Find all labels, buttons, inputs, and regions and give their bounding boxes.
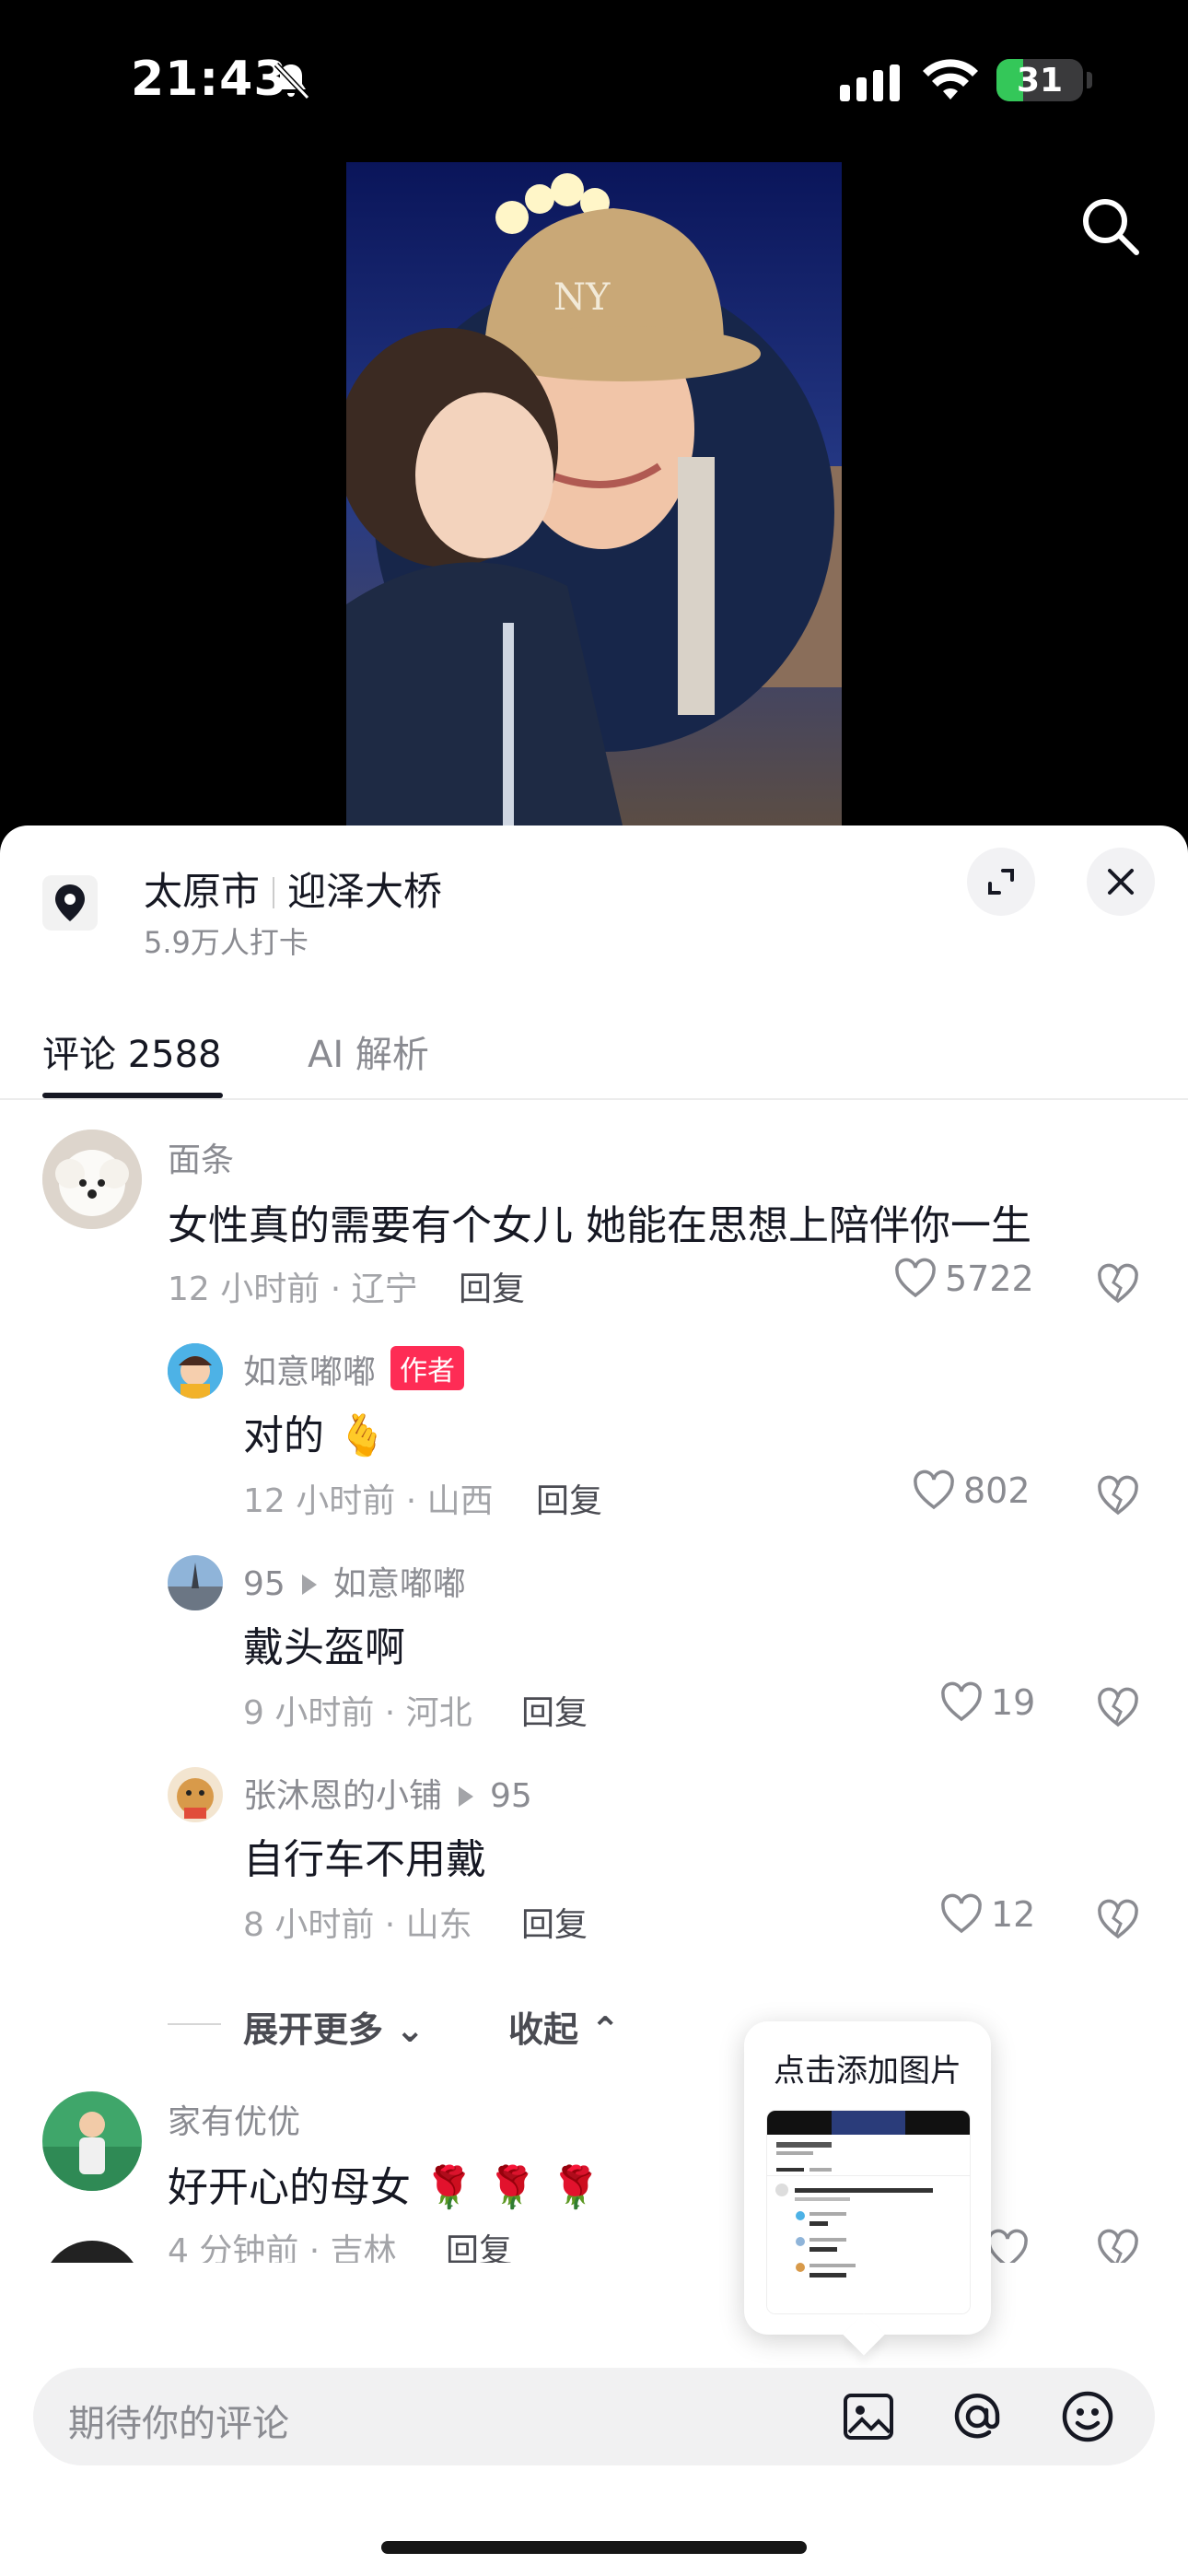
reply-to-arrow-icon	[301, 1575, 317, 1595]
reply-author-name: 如意嘟嘟	[243, 1353, 377, 1391]
search-icon[interactable]	[1077, 193, 1144, 260]
heart-icon	[941, 1893, 982, 1934]
reply-author[interactable]: 95 如意嘟嘟	[243, 1557, 466, 1605]
comment-text: 好开心的母女 🌹 🌹 🌹	[168, 2164, 601, 2211]
add-image-tooltip[interactable]: 点击添加图片	[744, 2021, 991, 2335]
comment-text: 女性真的需要有个女儿 她能在思想上陪伴你一生	[168, 1202, 1031, 1249]
status-bar: 21:43 31	[0, 0, 1188, 157]
broken-heart-icon[interactable]	[1096, 1474, 1140, 1518]
reply-author[interactable]: 如意嘟嘟 作者	[243, 1345, 465, 1393]
like-count: 12	[991, 1894, 1036, 1935]
like-count: 19	[991, 1682, 1036, 1723]
reply-text: 自行车不用戴	[243, 1836, 486, 1883]
title-separator	[273, 877, 275, 908]
like-count: 802	[963, 1470, 1031, 1511]
close-icon	[1108, 869, 1134, 895]
avatar-image	[168, 1767, 223, 1822]
location-city: 太原市	[144, 869, 261, 914]
reply-to-name: 如意嘟嘟	[332, 1565, 466, 1603]
tab-underline	[42, 1093, 223, 1098]
avatar[interactable]	[168, 1767, 223, 1822]
like-button[interactable]: 12	[939, 1892, 1035, 1937]
comment-input-bar[interactable]: 期待你的评论	[33, 2368, 1155, 2465]
reply-button[interactable]: 回复	[521, 1898, 588, 1946]
status-time: 21:43	[131, 52, 288, 107]
reply-to-name: 95	[490, 1777, 532, 1815]
svg-text:NY: NY	[553, 276, 611, 319]
avatar[interactable]	[168, 1343, 223, 1399]
reply-meta: 8 小时前 · 山东	[243, 1906, 472, 1944]
video-frame[interactable]: NY	[346, 162, 842, 825]
avatar-image	[42, 1130, 142, 1229]
tab-comments[interactable]: 评论 2588	[42, 1025, 222, 1078]
reply-to-arrow-icon	[459, 1786, 474, 1807]
comment-author[interactable]: 家有优优	[168, 2095, 300, 2143]
video-image: NY	[346, 162, 842, 825]
avatar-image	[168, 1343, 223, 1399]
location-checkins: 5.9万人打卡	[144, 925, 309, 960]
reply-button[interactable]: 回复	[536, 1474, 602, 1522]
avatar[interactable]	[42, 1130, 142, 1229]
heart-icon	[895, 1258, 936, 1298]
broken-heart-icon[interactable]	[1096, 2228, 1140, 2263]
avatar[interactable]	[42, 2241, 142, 2263]
battery-cap	[1087, 72, 1092, 88]
avatar-image	[42, 2091, 142, 2191]
thumbnail-image	[767, 2111, 970, 2313]
battery-text: 31	[1016, 62, 1064, 100]
heart-icon	[941, 1681, 982, 1722]
author-badge: 作者	[390, 1346, 465, 1390]
tab-ai-analysis[interactable]: AI 解析	[308, 1025, 429, 1078]
location-pin-icon	[42, 875, 98, 931]
tab-bar: 评论 2588 AI 解析	[0, 1006, 1188, 1100]
wifi-icon	[923, 59, 978, 100]
comment-list[interactable]: 面条 女性真的需要有个女儿 她能在思想上陪伴你一生 12 小时前 · 辽宁 回复…	[0, 1102, 1188, 2263]
broken-heart-icon[interactable]	[1096, 1898, 1140, 1942]
image-icon[interactable]	[840, 2388, 897, 2445]
comment-author[interactable]: 面条	[168, 1133, 234, 1181]
broken-heart-icon[interactable]	[1096, 1686, 1140, 1730]
emoji-icon[interactable]	[1059, 2388, 1116, 2445]
broken-heart-icon[interactable]	[1096, 1262, 1140, 1306]
collapse-button[interactable]: 收起 ⌃	[508, 2001, 620, 2052]
reply-button[interactable]: 回复	[459, 1262, 525, 1310]
screenshot-thumbnail	[766, 2110, 971, 2314]
bell-slash-icon	[274, 62, 310, 100]
expand-more-button[interactable]: 展开更多 ⌄	[243, 2001, 425, 2052]
heart-icon[interactable]	[985, 2228, 1030, 2263]
tooltip-title: 点击添加图片	[774, 2053, 961, 2090]
avatar-image	[168, 1555, 223, 1610]
reply-button[interactable]: 回复	[446, 2224, 512, 2263]
like-button[interactable]: 5722	[893, 1257, 1034, 1301]
expand-button[interactable]	[967, 848, 1035, 916]
location-title[interactable]: 太原市 迎泽大桥	[144, 861, 442, 917]
heart-icon	[914, 1469, 954, 1510]
avatar[interactable]	[168, 1555, 223, 1610]
location-place: 迎泽大桥	[287, 869, 443, 914]
comment-meta: 12 小时前 · 辽宁	[168, 1270, 418, 1308]
comment-input-placeholder[interactable]: 期待你的评论	[68, 2394, 289, 2447]
signal-icon	[840, 64, 900, 101]
avatar[interactable]	[42, 2091, 142, 2191]
reply-text: 对的 🫰	[243, 1412, 388, 1459]
expand-icon	[988, 869, 1014, 895]
comment-sheet: 太原市 迎泽大桥 5.9万人打卡 评论 2588 AI 解析 面条 女性真的需要…	[0, 825, 1188, 2576]
close-button[interactable]	[1087, 848, 1155, 916]
home-indicator[interactable]	[381, 2541, 807, 2554]
reply-author-name: 张沐恩的小铺	[243, 1777, 443, 1815]
reply-meta: 12 小时前 · 山西	[243, 1482, 494, 1520]
like-count: 5722	[945, 1259, 1034, 1299]
reply-author[interactable]: 张沐恩的小铺 95	[243, 1769, 532, 1817]
thread-divider	[168, 2023, 221, 2025]
like-button[interactable]: 19	[939, 1680, 1035, 1725]
reply-button[interactable]: 回复	[521, 1686, 588, 1734]
comment-meta: 4 分钟前 · 吉林	[168, 2232, 397, 2263]
reply-meta: 9 小时前 · 河北	[243, 1694, 472, 1732]
reply-text: 戴头盔啊	[243, 1624, 405, 1671]
at-icon[interactable]	[949, 2388, 1006, 2445]
like-button[interactable]: 802	[912, 1469, 1031, 1513]
reply-author-name: 95	[243, 1565, 285, 1603]
battery-icon: 31	[996, 59, 1083, 101]
